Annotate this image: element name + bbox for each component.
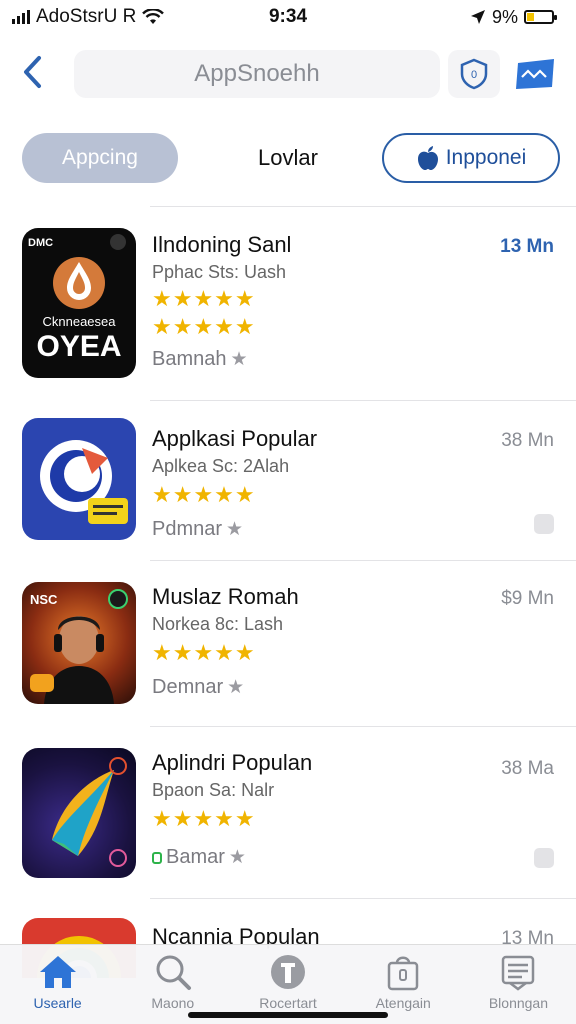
rating-stars: ★★★★★: [152, 482, 256, 507]
app-subtitle: Pphac Sts: Uash: [152, 262, 287, 282]
app-action-label: Bamar: [166, 846, 225, 868]
segment-control: Appcing Lovlar Inpponei: [0, 130, 576, 188]
segment-appcing[interactable]: Appcing: [22, 133, 178, 183]
app-name: Muslaz Romah: [152, 584, 299, 609]
star-icon: ★: [230, 349, 248, 370]
app-icon: [22, 748, 136, 878]
chat-logo-icon: [40, 440, 128, 524]
avatar-logo-icon: NSC: [30, 589, 128, 704]
star-icon: ★: [227, 677, 245, 698]
list-icon: [502, 955, 535, 991]
tab-blonngan[interactable]: Blonngan: [461, 945, 576, 1024]
status-left: AdoStsrU R: [12, 6, 165, 28]
status-bar: AdoStsrU R 9:34 9%: [0, 0, 576, 34]
segment-lovlar[interactable]: Lovlar: [228, 133, 348, 183]
rating-stars: ★★★★★: [152, 640, 256, 665]
mail-button[interactable]: [512, 52, 558, 96]
carrier-name: AdoStsrU R: [36, 6, 137, 27]
location-icon: [470, 10, 485, 24]
svg-text:0: 0: [471, 69, 477, 81]
app-subtitle: Bpaon Sa: Nalr: [152, 780, 275, 800]
tab-label: Rocertart: [259, 995, 317, 1011]
info-icon: [271, 955, 305, 989]
segment-appcing-label: Appcing: [62, 146, 138, 169]
icon-badge-text: DMC: [28, 237, 53, 249]
rating-stars: ★★★★★: [152, 806, 256, 831]
leaf-logo-icon: [52, 757, 127, 867]
status-right: 9%: [470, 6, 557, 28]
app-subtitle: Norkea 8c: Lash: [152, 614, 284, 634]
list-item[interactable]: NSC Muslaz Romah Norkea 8c: Lash ★★★★★ D…: [0, 560, 576, 726]
tab-bar: Usearle Maono Rocertart Atengain Blonnga…: [0, 944, 576, 1024]
app-action-label: Pdmnar: [152, 518, 223, 540]
app-size: 38 Mn: [501, 430, 554, 451]
wifi-icon: [142, 9, 165, 24]
list-item[interactable]: DMC Cknneaesea OYEA Ilndoning Sanl Pphac…: [0, 208, 576, 400]
battery-icon: [524, 10, 557, 24]
app-name: Aplindri Populan: [152, 750, 313, 775]
home-icon: [39, 956, 76, 988]
star-icon: ★: [226, 519, 244, 540]
app-action[interactable]: Bamnah ★: [152, 348, 248, 371]
app-action[interactable]: Pdmnar ★: [152, 518, 243, 541]
tab-label: Usearle: [33, 995, 82, 1011]
apple-icon: [417, 146, 438, 170]
rating-stars: ★★★★★: [152, 286, 256, 311]
download-icon[interactable]: [534, 514, 554, 534]
app-icon: NSC: [22, 582, 136, 704]
home-indicator[interactable]: [188, 1012, 388, 1018]
list-item[interactable]: Applkasi Popular Aplkea Sc: 2Alah ★★★★★ …: [0, 400, 576, 560]
icon-small-text: Cknneaesea: [43, 314, 117, 329]
search-icon: [156, 955, 191, 990]
segment-inpponei[interactable]: Inpponei: [382, 133, 560, 183]
tab-usearle[interactable]: Usearle: [0, 945, 115, 1024]
app-action[interactable]: Demnar ★: [152, 676, 244, 699]
download-icon[interactable]: [534, 848, 554, 868]
tab-label: Atengain: [375, 995, 431, 1011]
battery-percent: 9%: [491, 6, 518, 27]
app-action-label: Demnar: [152, 676, 224, 698]
app-subtitle: Aplkea Sc: 2Alah: [152, 456, 290, 476]
tab-label: Blonngan: [488, 995, 548, 1011]
chevron-left-icon: [24, 56, 41, 88]
app-size: 38 Ma: [501, 758, 554, 779]
search-field[interactable]: AppSnoehh: [74, 50, 440, 98]
status-time: 9:34: [268, 6, 308, 27]
icon-big-text: OYEA: [36, 330, 121, 363]
drop-logo-icon: DMC Cknneaesea OYEA: [28, 234, 126, 363]
divider: [150, 206, 576, 207]
icon-badge-text: NSC: [30, 592, 58, 607]
segment-inpponei-label: Inpponei: [445, 146, 527, 169]
app-icon: DMC Cknneaesea OYEA: [22, 228, 136, 378]
nav-title: AppSnoehh: [194, 60, 320, 87]
app-size: 13 Mn: [500, 236, 554, 257]
back-button[interactable]: [16, 52, 48, 92]
shield-button[interactable]: 0: [448, 50, 500, 98]
bag-icon: [387, 956, 419, 991]
app-action-label: Bamnah: [152, 348, 227, 370]
status-dot-icon: [152, 851, 162, 864]
app-size: $9 Mn: [501, 588, 554, 609]
app-name: Ilndoning Sanl: [152, 232, 292, 257]
tab-label: Maono: [151, 995, 195, 1011]
segment-lovlar-label: Lovlar: [258, 145, 318, 170]
rating-stars: ★★★★★: [152, 314, 256, 339]
mail-icon: [516, 59, 554, 89]
app-action[interactable]: Bamar ★: [152, 846, 246, 869]
nav-bar: AppSnoehh 0: [0, 42, 576, 106]
app-name: Applkasi Popular: [152, 426, 318, 451]
list-item[interactable]: Aplindri Populan Bpaon Sa: Nalr ★★★★★ Ba…: [0, 726, 576, 898]
signal-icon: [12, 10, 30, 24]
star-icon: ★: [228, 847, 246, 868]
app-icon: [22, 418, 136, 540]
shield-icon: 0: [460, 58, 488, 90]
